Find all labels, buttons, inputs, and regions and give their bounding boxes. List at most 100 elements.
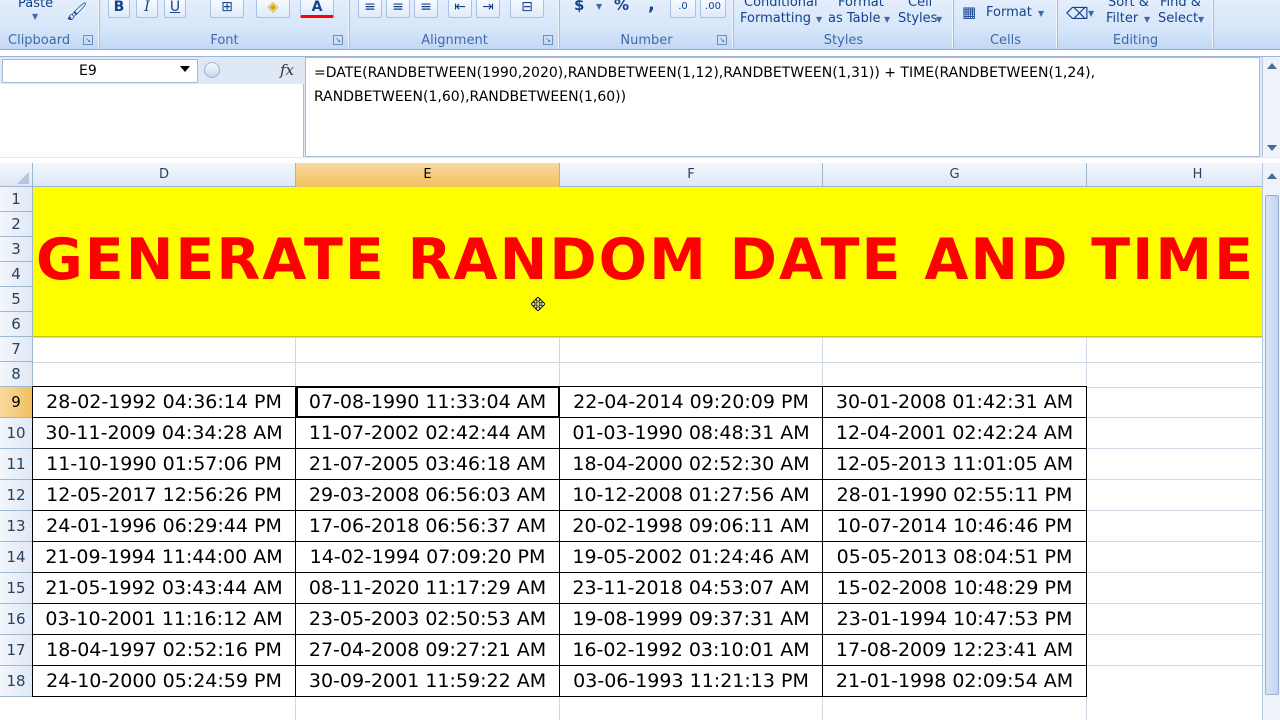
- cell-g14[interactable]: 05-05-2013 08:04:51 PM: [823, 542, 1087, 573]
- italic-button[interactable]: I: [136, 0, 158, 18]
- cell-f11[interactable]: 18-04-2000 02:52:30 AM: [560, 449, 823, 480]
- row-header-7[interactable]: 7: [0, 337, 33, 362]
- increase-indent-icon[interactable]: ⇥: [476, 0, 500, 18]
- cell-g16[interactable]: 23-01-1994 10:47:53 PM: [823, 604, 1087, 635]
- column-header-d[interactable]: D: [33, 163, 296, 187]
- clear-dropdown-icon[interactable]: ▼: [1088, 9, 1094, 18]
- cell-d12[interactable]: 12-05-2017 12:56:26 PM: [32, 480, 296, 511]
- scroll-thumb[interactable]: [1265, 195, 1279, 695]
- name-box-dropdown-icon[interactable]: [180, 66, 190, 72]
- borders-icon[interactable]: ⊞: [210, 0, 244, 18]
- align-left-icon[interactable]: ≡: [358, 0, 382, 18]
- cell-e13[interactable]: 17-06-2018 06:56:37 AM: [296, 511, 560, 542]
- font-color-icon[interactable]: A: [300, 0, 334, 18]
- row-header-6[interactable]: 6: [0, 312, 33, 337]
- select-all-button[interactable]: [0, 163, 33, 187]
- cell-styles-line1[interactable]: Cell: [908, 0, 932, 10]
- cell-f16[interactable]: 19-08-1999 09:37:31 AM: [560, 604, 823, 635]
- format-as-table-dropdown-icon[interactable]: ▼: [884, 15, 890, 24]
- cell-e16[interactable]: 23-05-2003 02:50:53 AM: [296, 604, 560, 635]
- cell-d16[interactable]: 03-10-2001 11:16:12 AM: [32, 604, 296, 635]
- cell-d18[interactable]: 24-10-2000 05:24:59 PM: [32, 666, 296, 697]
- cell-e17[interactable]: 27-04-2008 09:27:21 AM: [296, 635, 560, 666]
- scroll-up-icon[interactable]: [1267, 173, 1277, 179]
- cell-g18[interactable]: 21-01-1998 02:09:54 AM: [823, 666, 1087, 697]
- conditional-formatting-button[interactable]: Formatting: [740, 11, 811, 26]
- row-header-9[interactable]: 9: [0, 387, 33, 418]
- sort-filter-button[interactable]: Filter: [1106, 11, 1138, 26]
- decrease-indent-icon[interactable]: ⇤: [448, 0, 472, 18]
- row-header-4[interactable]: 4: [0, 262, 33, 287]
- alignment-launcher-icon[interactable]: ↘: [543, 35, 553, 45]
- name-box[interactable]: E9: [2, 59, 198, 83]
- paste-dropdown-icon[interactable]: ▼: [32, 12, 38, 21]
- formula-scroll-down-icon[interactable]: [1267, 145, 1277, 151]
- merge-center-icon[interactable]: ⊟: [510, 0, 544, 18]
- conditional-formatting-line1[interactable]: Conditional: [744, 0, 818, 10]
- column-header-f[interactable]: F: [560, 163, 823, 187]
- cell-f12[interactable]: 10-12-2008 01:27:56 AM: [560, 480, 823, 511]
- format-cells-icon[interactable]: ▦: [962, 3, 976, 21]
- paste-button[interactable]: Paste: [18, 0, 53, 11]
- increase-decimal-icon[interactable]: .0: [670, 0, 696, 18]
- row-header-11[interactable]: 11: [0, 449, 33, 480]
- column-header-g[interactable]: G: [823, 163, 1087, 187]
- cell-d14[interactable]: 21-09-1994 11:44:00 AM: [32, 542, 296, 573]
- find-select-button[interactable]: Select: [1158, 11, 1198, 26]
- cell-g12[interactable]: 28-01-1990 02:55:11 PM: [823, 480, 1087, 511]
- vertical-scrollbar[interactable]: [1262, 163, 1280, 720]
- underline-button[interactable]: U: [164, 0, 186, 18]
- row-header-1[interactable]: 1: [0, 187, 33, 212]
- cell-g10[interactable]: 12-04-2001 02:42:24 AM: [823, 418, 1087, 449]
- row-header-3[interactable]: 3: [0, 237, 33, 262]
- cell-e11[interactable]: 21-07-2005 03:46:18 AM: [296, 449, 560, 480]
- cell-d11[interactable]: 11-10-1990 01:57:06 PM: [32, 449, 296, 480]
- cell-d9[interactable]: 28-02-1992 04:36:14 PM: [32, 386, 296, 418]
- cell-f18[interactable]: 03-06-1993 11:21:13 PM: [560, 666, 823, 697]
- cell-e18[interactable]: 30-09-2001 11:59:22 AM: [296, 666, 560, 697]
- clear-eraser-icon[interactable]: ⌫: [1066, 4, 1089, 23]
- column-header-e[interactable]: E: [296, 163, 560, 187]
- format-as-table-button[interactable]: as Table: [828, 11, 881, 26]
- percent-button[interactable]: %: [614, 0, 629, 14]
- expand-formula-icon[interactable]: [204, 62, 220, 78]
- cell-d10[interactable]: 30-11-2009 04:34:28 AM: [32, 418, 296, 449]
- align-right-icon[interactable]: ≡: [414, 0, 438, 18]
- cell-f14[interactable]: 19-05-2002 01:24:46 AM: [560, 542, 823, 573]
- formula-bar-scrollbar[interactable]: [1262, 57, 1280, 157]
- bold-button[interactable]: B: [108, 0, 130, 18]
- find-select-dropdown-icon[interactable]: ▼: [1198, 15, 1204, 24]
- format-painter-icon[interactable]: 🖌: [66, 2, 88, 22]
- conditional-formatting-dropdown-icon[interactable]: ▼: [816, 15, 822, 24]
- currency-button[interactable]: $: [574, 0, 584, 14]
- sort-filter-dropdown-icon[interactable]: ▼: [1144, 15, 1150, 24]
- cell-g17[interactable]: 17-08-2009 12:23:41 AM: [823, 635, 1087, 666]
- row-header-10[interactable]: 10: [0, 418, 33, 449]
- format-button[interactable]: Format: [986, 5, 1032, 20]
- cell-g15[interactable]: 15-02-2008 10:48:29 PM: [823, 573, 1087, 604]
- comma-button[interactable]: ,: [648, 0, 655, 15]
- cell-styles-button[interactable]: Styles: [898, 11, 937, 26]
- column-header-h[interactable]: H: [1087, 163, 1262, 187]
- cell-e12[interactable]: 29-03-2008 06:56:03 AM: [296, 480, 560, 511]
- row-header-17[interactable]: 17: [0, 635, 33, 666]
- formula-input[interactable]: =DATE(RANDBETWEEN(1990,2020),RANDBETWEEN…: [305, 57, 1260, 157]
- cell-f13[interactable]: 20-02-1998 09:06:11 AM: [560, 511, 823, 542]
- row-header-12[interactable]: 12: [0, 480, 33, 511]
- fill-color-icon[interactable]: ◈: [256, 0, 290, 18]
- cell-e9[interactable]: 07-08-1990 11:33:04 AM: [296, 386, 560, 418]
- row-header-14[interactable]: 14: [0, 542, 33, 573]
- cell-d13[interactable]: 24-01-1996 06:29:44 PM: [32, 511, 296, 542]
- cell-f17[interactable]: 16-02-1992 03:10:01 AM: [560, 635, 823, 666]
- row-header-13[interactable]: 13: [0, 511, 33, 542]
- currency-dropdown-icon[interactable]: ▼: [596, 2, 602, 11]
- cell-f15[interactable]: 23-11-2018 04:53:07 AM: [560, 573, 823, 604]
- font-launcher-icon[interactable]: ↘: [333, 35, 343, 45]
- row-header-15[interactable]: 15: [0, 573, 33, 604]
- cell-d17[interactable]: 18-04-1997 02:52:16 PM: [32, 635, 296, 666]
- row-header-5[interactable]: 5: [0, 287, 33, 312]
- row-header-2[interactable]: 2: [0, 212, 33, 237]
- find-select-line1[interactable]: Find &: [1160, 0, 1201, 10]
- cell-e10[interactable]: 11-07-2002 02:42:44 AM: [296, 418, 560, 449]
- decrease-decimal-icon[interactable]: .00: [700, 0, 726, 18]
